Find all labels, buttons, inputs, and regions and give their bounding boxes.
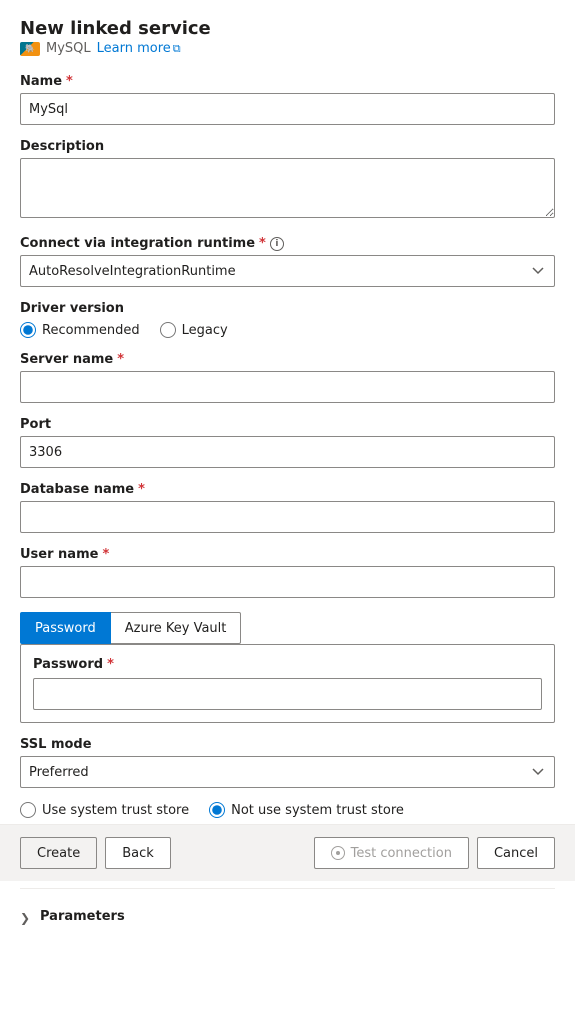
server-required: *: [117, 352, 124, 367]
radio-legacy[interactable]: Legacy: [160, 322, 228, 338]
subtitle-text: MySQL: [46, 41, 91, 56]
user-name-field-group: User name *: [20, 547, 555, 598]
name-required: *: [66, 74, 73, 89]
radio-not-use-trust-label: Not use system trust store: [231, 803, 404, 818]
description-label: Description: [20, 139, 555, 154]
radio-not-use-trust-input[interactable]: [209, 802, 225, 818]
radio-recommended-input[interactable]: [20, 322, 36, 338]
learn-more-link[interactable]: Learn more ⧉: [97, 41, 181, 56]
driver-version-section: Driver version Recommended Legacy: [20, 301, 555, 338]
username-required: *: [102, 547, 109, 562]
name-field-group: Name *: [20, 74, 555, 125]
radio-use-trust-store[interactable]: Use system trust store: [20, 802, 189, 818]
database-name-field-group: Database name *: [20, 482, 555, 533]
server-name-field-group: Server name *: [20, 352, 555, 403]
external-link-icon: ⧉: [173, 42, 181, 56]
radio-recommended-label: Recommended: [42, 323, 140, 338]
password-section: Password *: [20, 644, 555, 723]
test-connection-icon: [331, 846, 345, 860]
password-tab-button[interactable]: Password: [20, 612, 111, 644]
connect-runtime-label: Connect via integration runtime * i: [20, 236, 555, 251]
name-input[interactable]: [20, 93, 555, 125]
connect-info-icon[interactable]: i: [270, 237, 284, 251]
mysql-icon: 🐘: [20, 42, 40, 56]
user-name-label: User name *: [20, 547, 555, 562]
port-label: Port: [20, 417, 555, 432]
server-name-label: Server name *: [20, 352, 555, 367]
database-name-label: Database name *: [20, 482, 555, 497]
azure-key-vault-tab-button[interactable]: Azure Key Vault: [111, 612, 242, 644]
back-button[interactable]: Back: [105, 837, 171, 869]
footer-bar: Create Back Test connection Cancel: [0, 824, 575, 881]
password-required: *: [107, 657, 114, 672]
driver-version-label: Driver version: [20, 301, 555, 316]
page-title: New linked service: [20, 18, 555, 39]
user-name-input[interactable]: [20, 566, 555, 598]
parameters-row[interactable]: ❯ Parameters: [20, 905, 555, 928]
port-input[interactable]: [20, 436, 555, 468]
password-label: Password *: [33, 657, 542, 672]
auth-tab-row: Password Azure Key Vault: [20, 612, 555, 644]
ssl-mode-field-group: SSL mode Preferred Required Disabled: [20, 737, 555, 788]
server-name-input[interactable]: [20, 371, 555, 403]
name-label: Name *: [20, 74, 555, 89]
password-input[interactable]: [33, 678, 542, 710]
radio-legacy-label: Legacy: [182, 323, 228, 338]
database-name-input[interactable]: [20, 501, 555, 533]
driver-version-radio-group: Recommended Legacy: [20, 322, 555, 338]
chevron-right-icon: ❯: [20, 911, 32, 923]
test-connection-label: Test connection: [351, 846, 452, 861]
radio-not-use-trust-store[interactable]: Not use system trust store: [209, 802, 404, 818]
create-button[interactable]: Create: [20, 837, 97, 869]
database-required: *: [138, 482, 145, 497]
radio-recommended[interactable]: Recommended: [20, 322, 140, 338]
connect-runtime-field-group: Connect via integration runtime * i Auto…: [20, 236, 555, 287]
system-trust-row: Use system trust store Not use system tr…: [20, 802, 555, 818]
port-field-group: Port: [20, 417, 555, 468]
parameters-label: Parameters: [40, 909, 125, 924]
connect-runtime-select[interactable]: AutoResolveIntegrationRuntime: [20, 255, 555, 287]
radio-legacy-input[interactable]: [160, 322, 176, 338]
ssl-mode-label: SSL mode: [20, 737, 555, 752]
description-input[interactable]: [20, 158, 555, 218]
cancel-button[interactable]: Cancel: [477, 837, 555, 869]
description-field-group: Description: [20, 139, 555, 222]
connect-required: *: [259, 236, 266, 251]
ssl-mode-select[interactable]: Preferred Required Disabled: [20, 756, 555, 788]
radio-use-trust-label: Use system trust store: [42, 803, 189, 818]
divider: [20, 888, 555, 889]
radio-use-trust-input[interactable]: [20, 802, 36, 818]
test-connection-button[interactable]: Test connection: [314, 837, 469, 869]
